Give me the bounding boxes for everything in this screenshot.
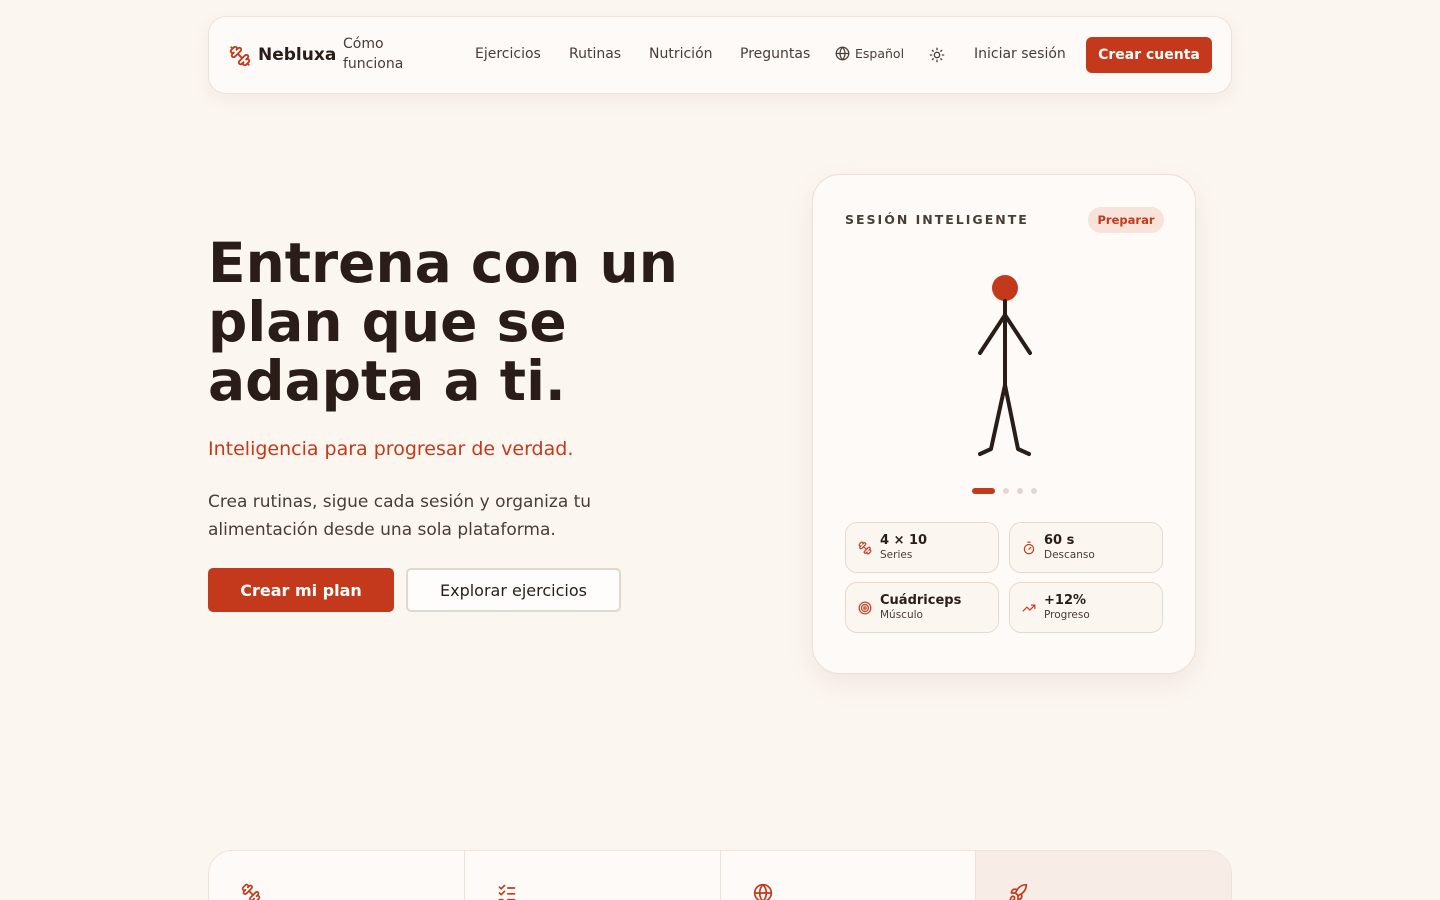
create-plan-button[interactable]: Crear mi plan (208, 568, 394, 612)
sun-icon[interactable] (929, 47, 945, 63)
hero-subtitle: Inteligencia para progresar de verdad. (208, 438, 574, 460)
carousel-dot[interactable] (1017, 488, 1023, 494)
globe-icon (835, 46, 850, 61)
carousel-dot-active[interactable] (972, 488, 995, 494)
stat-caption: Músculo (880, 609, 923, 621)
smart-session-card: SESIÓN INTELIGENTE Preparar 4 × 10 Serie… (812, 174, 1196, 674)
feature-card[interactable] (209, 851, 465, 900)
features-strip (208, 850, 1232, 900)
stat-progress: +12% Progreso (1009, 582, 1163, 633)
target-icon (858, 601, 872, 615)
trending-up-icon (1022, 604, 1036, 612)
signup-button[interactable]: Crear cuenta (1086, 37, 1212, 73)
feature-card[interactable] (976, 851, 1231, 900)
nav-link-nutricion[interactable]: Nutrición (649, 46, 713, 62)
carousel-indicator (972, 488, 1037, 494)
timer-icon (1023, 541, 1035, 555)
dumbbell-icon (241, 883, 261, 900)
stat-caption: Series (880, 549, 913, 561)
language-selector[interactable]: Español (835, 46, 904, 61)
nav-link-rutinas[interactable]: Rutinas (569, 46, 621, 62)
prepare-badge[interactable]: Preparar (1088, 207, 1164, 233)
top-navbar: Nebluxa Cómo funciona Ejercicios Rutinas… (208, 16, 1232, 94)
checklist-icon (498, 884, 516, 900)
nav-link-preguntas[interactable]: Preguntas (740, 46, 810, 62)
globe-icon (753, 883, 772, 900)
stat-value: 4 × 10 (880, 533, 928, 548)
stat-caption: Descanso (1044, 549, 1095, 561)
stat-series: 4 × 10 Series (845, 522, 999, 573)
brand-name[interactable]: Nebluxa (258, 45, 336, 65)
feature-card[interactable] (465, 851, 721, 900)
stat-rest: 60 s Descanso (1009, 522, 1163, 573)
language-label: Español (855, 46, 905, 61)
carousel-dot[interactable] (1031, 488, 1037, 494)
hero-description: Crea rutinas, sigue cada sesión y organi… (208, 492, 592, 540)
nav-link-ejercicios[interactable]: Ejercicios (475, 46, 541, 62)
card-label: SESIÓN INTELIGENTE (845, 212, 1029, 227)
dumbbell-logo-icon[interactable] (229, 45, 251, 67)
stat-value: Cuádriceps (880, 593, 962, 608)
explore-exercises-button[interactable]: Explorar ejercicios (406, 568, 621, 612)
feature-card[interactable] (721, 851, 977, 900)
login-link[interactable]: Iniciar sesión (974, 46, 1066, 62)
rocket-icon (1009, 883, 1028, 900)
nav-link-how-it-works[interactable]: Cómo funciona (343, 34, 433, 74)
hero-title: Entrena con un plan que se adapta a ti. (208, 231, 678, 413)
stat-value: 60 s (1044, 533, 1075, 548)
stick-figure-illustration (978, 275, 1032, 456)
carousel-dot[interactable] (1003, 488, 1009, 494)
stat-value: +12% (1044, 593, 1087, 608)
dumbbell-icon (858, 541, 872, 555)
stat-muscle: Cuádriceps Músculo (845, 582, 999, 633)
stat-caption: Progreso (1044, 609, 1090, 621)
